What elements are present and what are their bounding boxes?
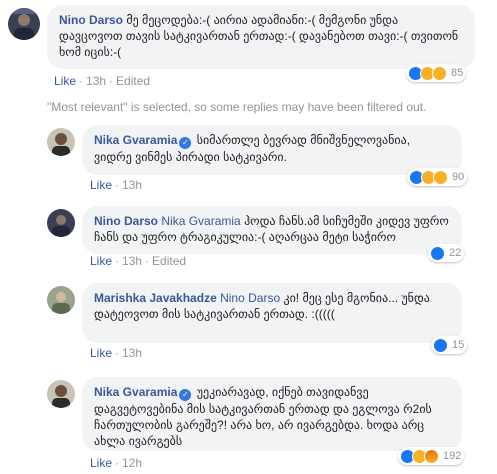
avatar[interactable] bbox=[47, 128, 75, 156]
angry-icon bbox=[424, 448, 439, 464]
timestamp[interactable]: 13h bbox=[122, 346, 142, 360]
sad-icon bbox=[432, 65, 447, 81]
avatar[interactable] bbox=[8, 8, 40, 40]
like-icon bbox=[430, 245, 445, 261]
reaction-count: 22 bbox=[449, 247, 462, 259]
avatar[interactable] bbox=[47, 286, 75, 314]
reaction-count: 90 bbox=[452, 171, 465, 183]
comment-author[interactable]: Nika Gvaramia bbox=[94, 133, 177, 147]
avatar[interactable] bbox=[47, 209, 75, 237]
comment-author[interactable]: Nika Gvaramia bbox=[94, 385, 177, 399]
like-link[interactable]: Like bbox=[54, 74, 76, 88]
comment-bubble: Nika Gvaramia ✓ სიმართლე ბევრად მნიშვნელო… bbox=[82, 125, 462, 175]
comment-author[interactable]: Nino Darso bbox=[59, 13, 123, 27]
reactions-summary[interactable]: 15 bbox=[431, 336, 468, 354]
avatar[interactable] bbox=[47, 380, 75, 408]
edited-label[interactable]: Edited bbox=[116, 74, 150, 88]
comment-meta: Like · 13h bbox=[90, 346, 143, 360]
verified-badge-icon: ✓ bbox=[179, 137, 192, 149]
comment-meta: Like · 13h bbox=[90, 178, 143, 192]
comment-bubble: Nino Darso Nika Gvaramia ჰოდა ჩანს.ამ სი… bbox=[82, 206, 462, 254]
comment-meta: Like · 12h bbox=[90, 456, 143, 470]
comment-meta: Like · 13h · Edited bbox=[90, 254, 187, 268]
comment-meta: Like · 13h · Edited bbox=[54, 74, 151, 88]
comment-bubble: Marishka Javakhadze Nino Darso კი! მეც ე… bbox=[82, 283, 462, 343]
reaction-count: 192 bbox=[443, 450, 462, 462]
comment-author[interactable]: Marishka Javakhadze bbox=[94, 291, 217, 305]
like-link[interactable]: Like bbox=[90, 178, 112, 192]
reactions-summary[interactable]: 85 bbox=[406, 64, 467, 82]
reactions-summary[interactable]: 90 bbox=[407, 168, 468, 186]
verified-badge-icon: ✓ bbox=[179, 389, 192, 401]
reactions-summary[interactable]: 22 bbox=[428, 244, 465, 262]
reaction-count: 15 bbox=[452, 339, 465, 351]
like-link[interactable]: Like bbox=[90, 254, 112, 268]
comment-author[interactable]: Nino Darso bbox=[94, 214, 158, 228]
mention-link[interactable]: Nika Gvaramia bbox=[161, 214, 240, 228]
like-link[interactable]: Like bbox=[90, 346, 112, 360]
edited-label[interactable]: Edited bbox=[152, 254, 186, 268]
timestamp[interactable]: 13h bbox=[86, 74, 106, 88]
like-icon bbox=[433, 337, 448, 353]
filter-notice: "Most relevant" is selected, so some rep… bbox=[47, 100, 427, 114]
mention-link[interactable]: Nino Darso bbox=[220, 291, 280, 305]
sad-icon bbox=[433, 169, 448, 185]
timestamp[interactable]: 13h bbox=[122, 254, 142, 268]
reaction-count: 85 bbox=[451, 67, 464, 79]
timestamp[interactable]: 12h bbox=[122, 456, 142, 470]
like-link[interactable]: Like bbox=[90, 456, 112, 470]
comment-bubble: Nika Gvaramia ✓ უეკიარავად, იქნებ თავიდან… bbox=[82, 377, 462, 451]
comment-bubble: Nino Darso მე მეცოდება:-( აირია ადამიანი… bbox=[47, 5, 475, 69]
reactions-summary[interactable]: 192 bbox=[398, 447, 465, 465]
timestamp[interactable]: 13h bbox=[122, 178, 142, 192]
